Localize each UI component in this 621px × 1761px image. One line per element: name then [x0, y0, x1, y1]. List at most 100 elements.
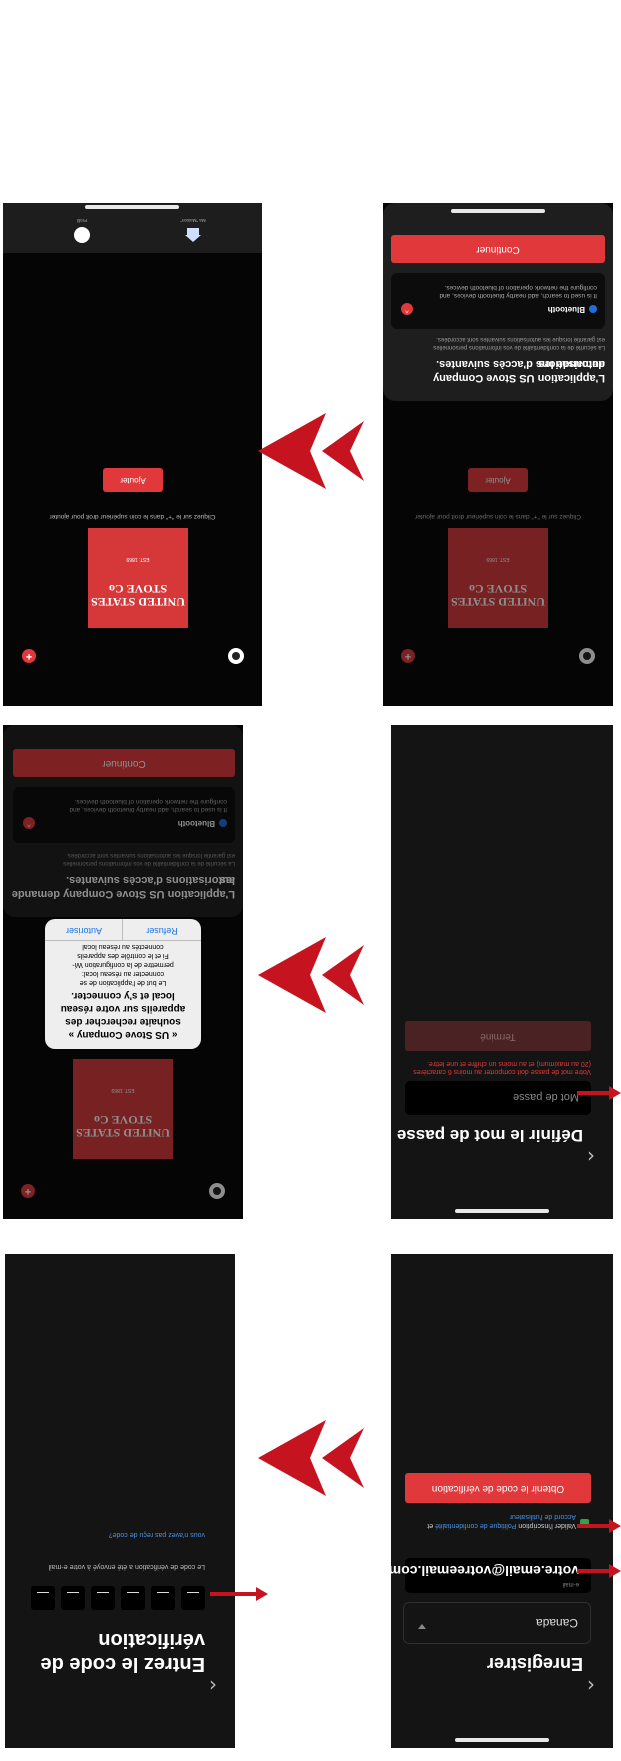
continue-button[interactable]: Continuer — [391, 235, 605, 263]
user-agreement-link[interactable]: Accord de l'utilisateur — [510, 1513, 576, 1520]
verify-code-screen: ‹ Entrez le code de vérification Le code… — [5, 1254, 235, 1748]
brand-line2: STOVE Co — [108, 582, 168, 596]
settings-icon[interactable] — [209, 1183, 225, 1199]
get-code-button[interactable]: Obtenir le code de vérification — [405, 1473, 591, 1503]
settings-icon[interactable] — [228, 648, 244, 664]
bluetooth-card: ^ Bluetooth It is used to search, add ne… — [13, 787, 235, 843]
alert-msg-line5: connectés au réseau local — [82, 943, 164, 950]
alert-title-line3: appareils sur votre réseau — [60, 1003, 186, 1014]
bluetooth-name: Bluetooth — [547, 305, 585, 314]
deny-button[interactable]: Refuser — [123, 926, 201, 936]
country-value: Canada — [535, 1616, 578, 1630]
page-title-line1: Entrez le code de — [40, 1653, 206, 1675]
perm-subtitle-line2: est garantie lorsque les autorisations s… — [436, 336, 605, 342]
page-title-line2: vérification — [98, 1629, 205, 1651]
home-screen: + UNITED STATES STOVE Co EST. 1869 Clique… — [3, 203, 262, 706]
code-digit[interactable] — [121, 1586, 145, 1610]
chevron-down-icon — [418, 1624, 426, 1629]
brand-line2: STOVE Co — [468, 582, 528, 596]
code-digit[interactable] — [181, 1586, 205, 1610]
tab-profile-label: Profil — [76, 218, 88, 223]
password-hint-line2: (20 au maximum) et au moins un chiffre e… — [426, 1060, 591, 1067]
page-title: Définir le mot de passe — [396, 1126, 583, 1145]
add-button[interactable]: Ajouter — [103, 468, 163, 492]
settings-icon[interactable] — [579, 648, 595, 664]
brand-line2: STOVE Co — [93, 1113, 153, 1127]
pointer-arrow-icon — [577, 1519, 621, 1533]
pointer-arrow-icon — [577, 1086, 621, 1100]
back-chevron-icon[interactable]: ‹ — [587, 1674, 595, 1698]
country-select[interactable]: Canada — [403, 1602, 591, 1644]
alert-title-line4: local et s'y connecter. — [71, 990, 175, 1001]
alert-title-line2: souhaite rechercher des — [65, 1016, 181, 1027]
permission-sheet: L'application US Stove Company demande l… — [383, 203, 613, 401]
consent-and: et — [427, 1522, 434, 1529]
bluetooth-card: ^ Bluetooth It is used to search, add ne… — [391, 273, 605, 329]
home-icon[interactable] — [184, 227, 202, 243]
bluetooth-desc-line1: It is used to search, add nearby bluetoo… — [69, 806, 227, 813]
perm-subtitle-line1: La sécurité de la confidentialité de vos… — [63, 860, 235, 866]
bluetooth-desc-line1: It is used to search, add nearby bluetoo… — [439, 292, 597, 299]
pointer-arrow-icon — [210, 1587, 268, 1601]
tab-home-label: Ma "Maison" — [180, 218, 206, 223]
perm-title-line2: autorisations d'accès suivantes. — [66, 874, 235, 886]
brand-est: EST. 1869 — [111, 1087, 135, 1093]
perm-subtitle-line2: est garantie lorsque les autorisations s… — [66, 852, 235, 858]
allow-button[interactable]: Autoriser — [45, 926, 123, 936]
code-sent-text: Le code de vérification a été envoyé à v… — [48, 1563, 205, 1570]
continue-button[interactable]: Continuer — [13, 749, 235, 777]
code-digit[interactable] — [91, 1586, 115, 1610]
add-plus-icon[interactable]: + — [22, 649, 36, 663]
back-chevron-icon[interactable]: ‹ — [587, 1145, 595, 1169]
brand-line1: UNITED STATES — [91, 595, 185, 609]
consent-text: Valider l'inscription Politique de confi… — [406, 1512, 576, 1530]
chevron-up-icon[interactable]: ^ — [401, 303, 413, 315]
back-chevron-icon[interactable]: ‹ — [209, 1674, 217, 1698]
privacy-link[interactable]: Politique de confidentialité — [435, 1522, 516, 1529]
code-input[interactable] — [31, 1586, 205, 1610]
resend-link[interactable]: vous n'avez pas reçu de code? — [109, 1531, 205, 1538]
home-indicator — [451, 209, 545, 213]
flow-arrow-icon — [258, 1420, 364, 1496]
password-field[interactable]: Mot de passe — [405, 1081, 591, 1115]
alert-msg-line3: permettre de la configuration Wi- — [72, 961, 174, 968]
chevron-up-icon[interactable]: ^ — [23, 817, 35, 829]
status-pill — [455, 1209, 549, 1213]
brand-est: EST. 1869 — [126, 556, 150, 562]
permission-sheet: L'application US Stove Company demande l… — [3, 725, 243, 917]
profile-icon[interactable] — [74, 227, 90, 243]
alert-title-line1: « US Stove Company » — [68, 1029, 178, 1040]
code-digit[interactable] — [31, 1586, 55, 1610]
bluetooth-name: Bluetooth — [177, 819, 215, 828]
email-field[interactable]: e-mail votre.email@votreemail.com — [391, 1558, 591, 1593]
code-digit[interactable] — [61, 1586, 85, 1610]
register-screen: ‹ Enregistrer Canada e-mail votre.email@… — [391, 1254, 613, 1748]
add-hint: Cliquez sur le "+" dans le coin supérieu… — [415, 513, 581, 520]
alert-msg-line1: Le but de l'application de se — [79, 979, 167, 986]
instruction-sheet: ‹ Enregistrer Canada e-mail votre.email@… — [0, 0, 621, 1761]
bluetooth-icon — [589, 305, 597, 313]
brand-line1: UNITED STATES — [76, 1126, 170, 1140]
email-value: votre.email@votreemail.com — [391, 1563, 579, 1579]
brand-est: EST. 1869 — [486, 556, 510, 562]
email-label: e-mail — [562, 1581, 579, 1587]
bluetooth-desc-line2: configure the network operation of bluet… — [74, 798, 228, 805]
add-button[interactable]: Ajouter — [468, 468, 528, 492]
code-digit[interactable] — [151, 1586, 175, 1610]
add-plus-icon[interactable]: + — [21, 1184, 35, 1198]
brand-logo: UNITED STATES STOVE Co EST. 1869 — [88, 528, 188, 628]
password-hint-line1: Votre mot de passe doit comporter au moi… — [413, 1068, 591, 1075]
brand-line1: UNITED STATES — [451, 595, 545, 609]
perm-subtitle-line1: La sécurité de la confidentialité de vos… — [433, 344, 605, 350]
permissions-screen: + UNITED STATES STOVE Co EST. 1869 Clique… — [383, 203, 613, 706]
done-button[interactable]: Terminé — [405, 1021, 591, 1051]
consent-prefix: Valider l'inscription — [518, 1522, 576, 1529]
home-indicator — [85, 205, 180, 209]
page-title: Enregistrer — [486, 1654, 583, 1674]
brand-logo: UNITED STATES STOVE Co EST. 1869 — [73, 1059, 173, 1159]
add-plus-icon[interactable]: + — [401, 649, 415, 663]
password-placeholder: Mot de passe — [512, 1091, 579, 1103]
pointer-arrow-icon — [577, 1564, 621, 1578]
alert-divider — [45, 940, 201, 941]
tab-bar: Ma "Maison" Profil — [3, 203, 262, 253]
